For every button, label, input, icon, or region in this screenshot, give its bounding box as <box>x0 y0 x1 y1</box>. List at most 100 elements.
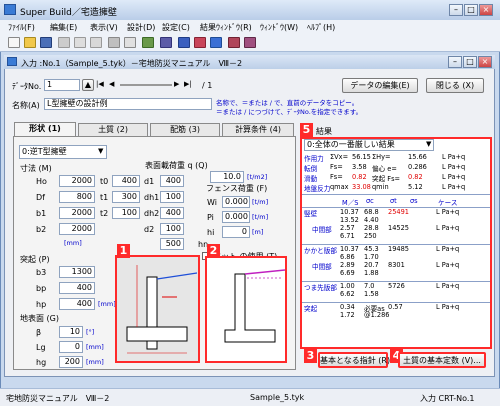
table-icon[interactable] <box>160 37 172 48</box>
result-cell: 滑動 <box>304 175 318 183</box>
fence-field[interactable]: 0.000 <box>222 211 250 223</box>
minimize-icon[interactable]: – <box>448 56 462 68</box>
help-book-icon[interactable] <box>244 37 256 48</box>
windows-icon[interactable] <box>194 37 206 48</box>
input-window-titlebar: 入力 :No.1（Sample_5.tyk）－宅地防災マニュアル Ⅷ－2 – □… <box>4 55 495 69</box>
protrusion-name: hp <box>36 300 47 309</box>
ground-label: 地表面 (G) <box>20 314 59 323</box>
dim-name: b2 <box>36 225 47 234</box>
edit-data-button[interactable]: データの編集(E) <box>342 78 418 93</box>
chevron-down-icon: ▼ <box>98 147 104 155</box>
close-icon[interactable]: × <box>478 56 492 68</box>
dim-name: Df <box>36 193 45 202</box>
tab-soil[interactable]: 土質 (2) <box>78 123 148 136</box>
menu-edit[interactable]: 編集(E) <box>50 22 77 33</box>
paste-icon[interactable] <box>90 37 102 48</box>
result-cell: L Pa+q <box>436 303 460 311</box>
menu-design[interactable]: 設計(D) <box>127 22 155 33</box>
print-icon[interactable] <box>108 37 120 48</box>
save-icon[interactable] <box>40 37 52 48</box>
result-cell: 6.69 <box>340 269 355 277</box>
prev-record-icon[interactable]: ◀ <box>109 80 119 90</box>
result-cell: qmin <box>372 183 389 191</box>
menu-file[interactable]: ﾌｧｲﾙ(F) <box>8 22 35 33</box>
protrusion-field[interactable]: 1300 <box>59 266 95 278</box>
ground-field[interactable]: 10 <box>59 326 83 338</box>
menu-view[interactable]: 表示(V) <box>90 22 118 33</box>
record-slider[interactable] <box>120 84 172 86</box>
ground-unit: [mm] <box>86 358 104 366</box>
result-cell: 4.40 <box>364 216 379 224</box>
next-record-icon[interactable]: ▶ <box>174 80 184 90</box>
spin-icon[interactable]: ▲ <box>82 79 94 91</box>
data-no-field[interactable]: 1 <box>44 79 80 91</box>
result-cell: ΣVx= <box>330 153 349 161</box>
copy-icon[interactable] <box>74 37 86 48</box>
dim-field[interactable]: 400 <box>112 175 140 187</box>
soil-constants-button[interactable]: 土質の基本定数 (V)... <box>398 352 486 368</box>
tab-calc-conditions[interactable]: 計算条件 (4) <box>222 123 294 136</box>
basic-index-button[interactable]: 基本となる指針 (R)... <box>318 352 398 368</box>
menu-settings[interactable]: 設定(C) <box>162 22 190 33</box>
dim-field[interactable]: 100 <box>112 207 140 219</box>
result-cell: Fs= <box>330 173 343 181</box>
result-cell: L Pa+q <box>436 261 460 269</box>
result-cell: 68.8 <box>364 208 379 216</box>
dim-field[interactable]: 2000 <box>59 175 95 187</box>
dim-field[interactable]: 2000 <box>59 207 95 219</box>
last-record-icon[interactable]: ▶| <box>184 80 198 90</box>
tab-reinforcement[interactable]: 配筋 (3) <box>150 123 220 136</box>
maximize-icon[interactable]: □ <box>464 4 478 16</box>
dim-field[interactable]: 400 <box>160 175 184 187</box>
results-divider <box>302 194 490 195</box>
menu-help[interactable]: ﾍﾙﾌﾟ(H) <box>307 22 335 33</box>
book-icon[interactable] <box>228 37 240 48</box>
calc-icon[interactable] <box>142 37 154 48</box>
dim-field[interactable]: 800 <box>59 191 95 203</box>
surface-load-field[interactable]: 10.0 <box>210 171 244 183</box>
dim-field[interactable]: 300 <box>112 191 140 203</box>
dim-field[interactable]: 100 <box>160 223 184 235</box>
result-cell: 0.34 <box>340 303 355 311</box>
result-cell: 56.15 <box>352 153 371 161</box>
protrusion-name: b3 <box>36 268 47 277</box>
new-icon[interactable] <box>8 37 20 48</box>
result-cell: 5726 <box>388 282 405 290</box>
fence-field[interactable]: 0.000 <box>222 196 250 208</box>
preview-icon[interactable] <box>124 37 136 48</box>
window-icon <box>7 57 17 66</box>
dim-field[interactable]: 400 <box>160 207 184 219</box>
result-cell: L Pa+q <box>442 173 466 181</box>
dim-field[interactable]: 100 <box>160 191 184 203</box>
dim-field[interactable]: 2000 <box>59 223 95 235</box>
restore-icon[interactable]: □ <box>463 56 477 68</box>
result-cell: L Pa+q <box>436 282 460 290</box>
tile-icon[interactable] <box>210 37 222 48</box>
open-icon[interactable] <box>24 37 36 48</box>
result-cell: L Pa+q <box>436 224 460 232</box>
close-icon[interactable]: × <box>479 4 493 16</box>
menu-window[interactable]: ｳｨﾝﾄﾞｳ(W) <box>260 22 298 33</box>
wall-type-select[interactable]: 0:逆T型擁壁 <box>19 145 107 159</box>
menu-result-window[interactable]: 結果ｳｨﾝﾄﾞｳ(R) <box>200 22 252 33</box>
app-title: Super Build／宅造擁壁 <box>20 8 117 18</box>
fence-load-label: フェンス荷重 (F) <box>206 184 268 193</box>
result-cell: 15.66 <box>408 153 427 161</box>
first-record-icon[interactable]: |◀ <box>96 80 108 90</box>
ground-field[interactable]: 200 <box>59 356 83 368</box>
window-icon[interactable] <box>178 37 190 48</box>
hn-field[interactable]: 500 <box>160 238 184 250</box>
protrusion-field[interactable]: 400 <box>59 282 95 294</box>
tab-shape[interactable]: 形状 (1) <box>14 122 76 137</box>
fence-field[interactable]: 0 <box>222 226 250 238</box>
name-field[interactable]: L型擁壁の設計例 <box>44 98 212 110</box>
fence-unit: [m] <box>252 228 264 236</box>
protrusion-field[interactable]: 400 <box>59 298 95 310</box>
minimize-icon[interactable]: – <box>449 4 463 16</box>
ground-field[interactable]: 0 <box>59 341 83 353</box>
result-cell: 6.62 <box>340 290 355 298</box>
close-button[interactable]: 閉じる (X) <box>426 78 484 93</box>
menu-bar: ﾌｧｲﾙ(F) 編集(E) 表示(V) 設計(D) 設定(C) 結果ｳｨﾝﾄﾞｳ… <box>0 20 500 34</box>
cut-icon[interactable] <box>58 37 70 48</box>
results-select[interactable]: 0:全体の一番厳しい結果 <box>304 139 434 151</box>
